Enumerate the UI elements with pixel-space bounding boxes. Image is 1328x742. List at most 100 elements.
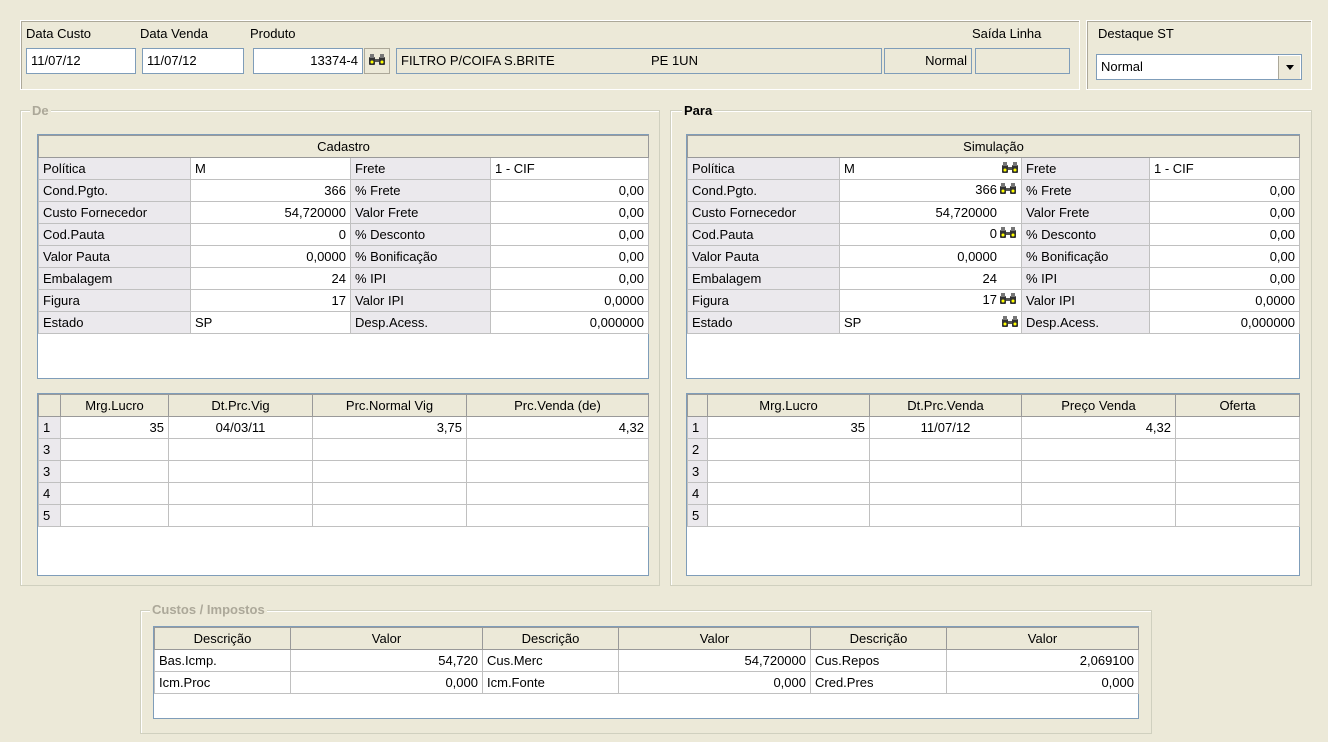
grid-row[interactable]: 1 35 04/03/11 3,75 4,32 [38,416,649,439]
grid-row[interactable]: 4 [38,482,649,505]
para-grid-header[interactable]: Oferta [1175,394,1300,417]
grid-cell[interactable] [60,482,169,505]
grid-cell[interactable] [869,482,1022,505]
field-value[interactable]: 0,000000 [1148,311,1301,334]
field-value[interactable]: SP [190,311,351,334]
grid-cell[interactable] [1175,460,1300,483]
field-value[interactable]: 54,720000 [839,201,1022,224]
field-value[interactable]: 24 [839,267,1022,290]
field-value[interactable]: 1 - CIF [490,157,649,180]
binoculars-icon[interactable] [1001,316,1019,332]
field-value[interactable]: 0 [839,223,1022,246]
grid-cell[interactable] [466,460,649,483]
grid-cell[interactable] [1021,504,1176,527]
field-value[interactable]: 0,00 [490,245,649,268]
field-value[interactable]: 0,0000 [190,245,351,268]
field-value[interactable]: 0,000000 [490,311,649,334]
grid-cell[interactable] [869,438,1022,461]
chevron-down-icon[interactable] [1278,56,1300,79]
produto-search-button[interactable] [364,48,390,74]
grid-row[interactable]: 2 [687,438,1300,461]
data-custo-field[interactable]: 11/07/12 [26,48,136,74]
grid-cell[interactable] [466,438,649,461]
field-value[interactable]: 0,00 [490,223,649,246]
grid-cell[interactable] [869,460,1022,483]
field-value[interactable]: 1 - CIF [1148,157,1301,180]
field-value[interactable]: 366 [190,179,351,202]
grid-cell[interactable] [707,460,870,483]
de-grid-header[interactable]: Dt.Prc.Vig [168,394,313,417]
grid-cell[interactable] [60,460,169,483]
grid-cell[interactable] [707,504,870,527]
field-value[interactable]: 0,0000 [839,245,1022,268]
field-value[interactable]: 0,00 [1148,267,1301,290]
grid-cell[interactable] [869,504,1022,527]
grid-row[interactable]: 3 [38,438,649,461]
grid-cell[interactable] [168,460,313,483]
field-value[interactable]: 0,00 [490,201,649,224]
grid-row[interactable]: 3 [687,460,1300,483]
para-grid-header[interactable]: Preço Venda [1021,394,1176,417]
field-value[interactable]: 0,00 [490,267,649,290]
field-value[interactable]: 0,00 [1148,245,1301,268]
grid-cell[interactable] [168,438,313,461]
grid-cell[interactable] [1175,416,1300,439]
de-grid-header[interactable]: Prc.Normal Vig [312,394,467,417]
grid-cell[interactable] [707,438,870,461]
de-grid-header[interactable]: Mrg.Lucro [60,394,169,417]
grid-row[interactable]: 3 [38,460,649,483]
destaque-select[interactable]: Normal [1096,54,1302,80]
grid-cell[interactable] [312,438,467,461]
de-grid-header[interactable]: Prc.Venda (de) [466,394,649,417]
grid-row[interactable]: 5 [687,504,1300,527]
field-value[interactable]: 54,720000 [190,201,351,224]
grid-cell[interactable]: 04/03/11 [168,416,313,439]
grid-cell[interactable] [168,482,313,505]
grid-cell[interactable] [1175,482,1300,505]
grid-cell[interactable] [1021,438,1176,461]
field-value[interactable]: 17 [190,289,351,312]
produto-code-field[interactable]: 13374-4 [253,48,363,74]
grid-cell[interactable] [60,504,169,527]
grid-cell[interactable] [707,482,870,505]
field-value[interactable]: 0,00 [1148,179,1301,202]
grid-row[interactable]: 1 35 11/07/12 4,32 [687,416,1300,439]
grid-row[interactable]: 5 [38,504,649,527]
field-value[interactable]: M [190,157,351,180]
grid-cell[interactable] [1175,438,1300,461]
grid-cell[interactable] [1021,460,1176,483]
grid-cell[interactable] [466,504,649,527]
binoculars-icon[interactable] [999,182,1017,199]
field-value[interactable]: 0,00 [1148,223,1301,246]
grid-cell[interactable]: 35 [60,416,169,439]
field-value[interactable]: 0,00 [490,179,649,202]
grid-cell[interactable] [1021,482,1176,505]
field-value[interactable]: 0 [190,223,351,246]
field-value[interactable]: 24 [190,267,351,290]
para-grid-header[interactable]: Dt.Prc.Venda [869,394,1022,417]
field-value[interactable]: 366 [839,179,1022,202]
data-venda-field[interactable]: 11/07/12 [142,48,244,74]
grid-cell[interactable] [312,504,467,527]
binoculars-icon[interactable] [1001,162,1019,178]
field-value[interactable]: M [839,157,1022,180]
grid-row[interactable]: 4 [687,482,1300,505]
grid-cell[interactable] [466,482,649,505]
grid-cell[interactable]: 11/07/12 [869,416,1022,439]
grid-cell[interactable] [312,460,467,483]
field-value[interactable]: SP [839,311,1022,334]
grid-cell[interactable] [312,482,467,505]
field-value[interactable]: 0,0000 [490,289,649,312]
grid-cell[interactable] [168,504,313,527]
grid-cell[interactable]: 35 [707,416,870,439]
grid-cell[interactable]: 3,75 [312,416,467,439]
binoculars-icon[interactable] [999,226,1017,243]
field-value[interactable]: 0,0000 [1148,289,1301,312]
grid-cell[interactable]: 4,32 [1021,416,1176,439]
grid-cell[interactable] [1175,504,1300,527]
field-value[interactable]: 0,00 [1148,201,1301,224]
grid-cell[interactable] [60,438,169,461]
grid-cell[interactable]: 4,32 [466,416,649,439]
field-value[interactable]: 17 [839,289,1022,312]
binoculars-icon[interactable] [999,292,1017,309]
